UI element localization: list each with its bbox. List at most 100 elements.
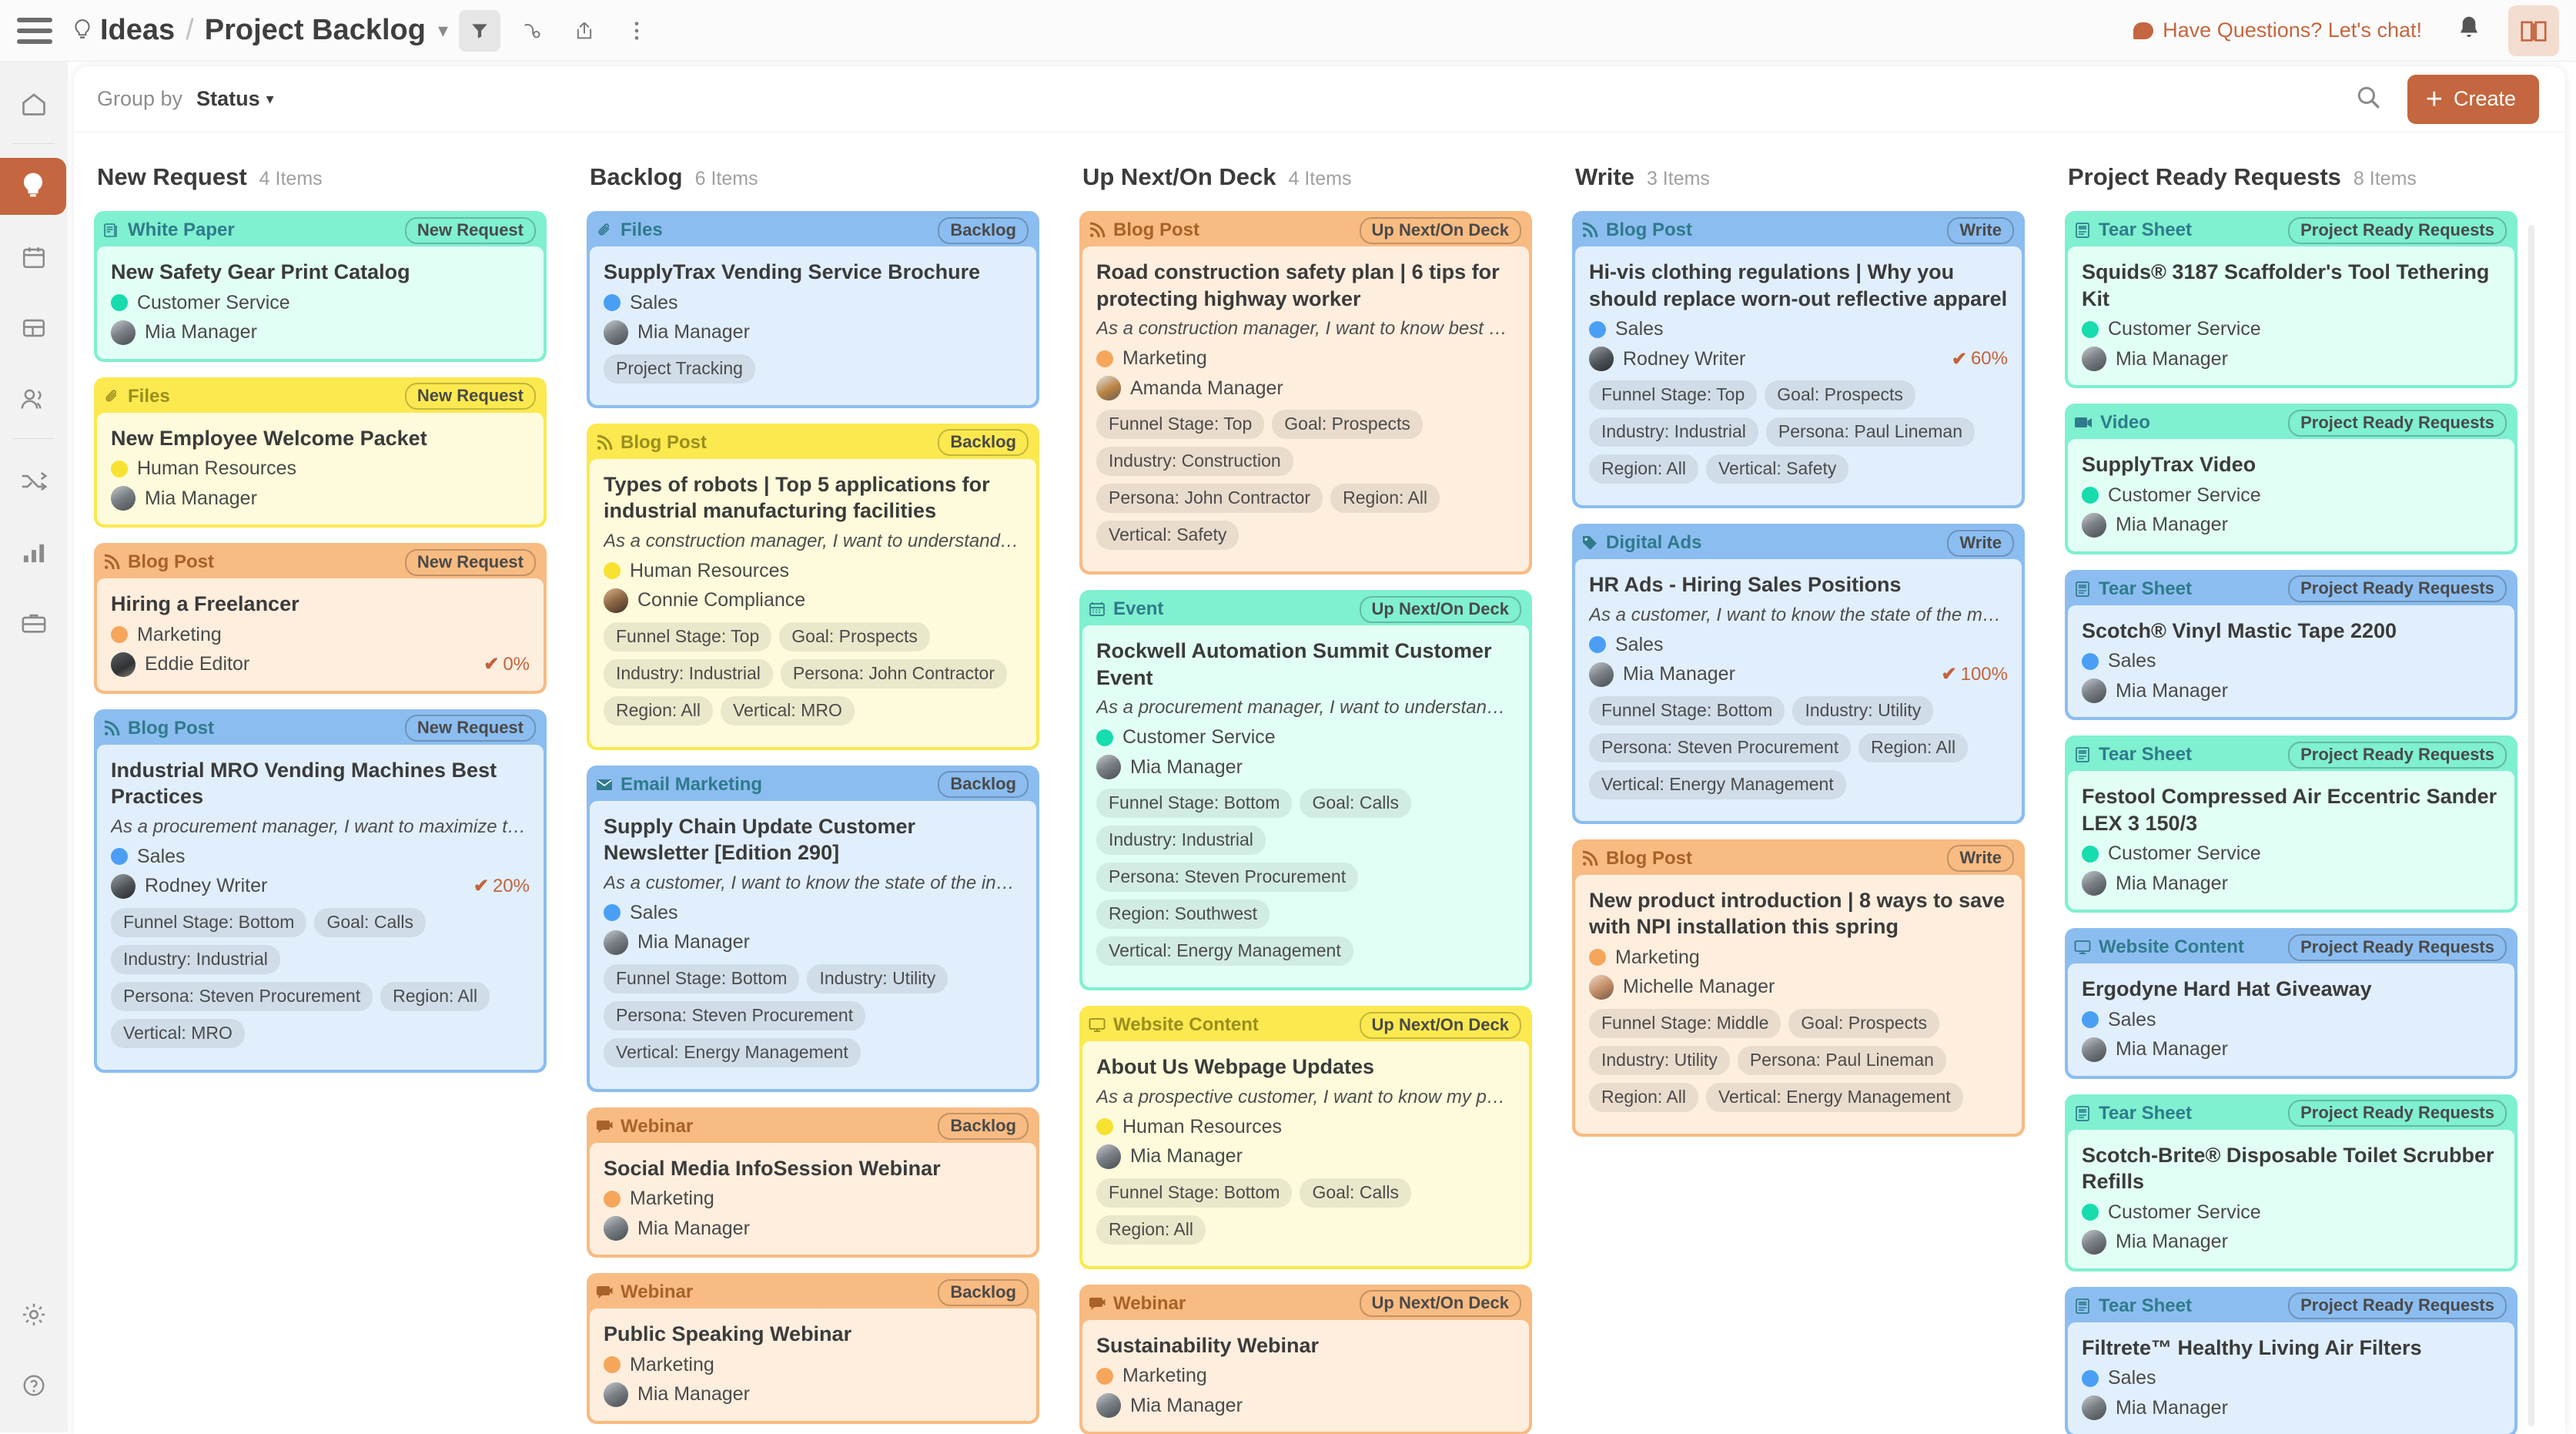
card-tag[interactable]: Industry: Industrial	[604, 658, 773, 689]
kanban-card[interactable]: Blog Post Backlog Types of robots | Top 5 …	[587, 423, 1039, 750]
status-badge[interactable]: Backlog	[938, 1278, 1029, 1306]
kanban-card[interactable]: Blog Post New Request Hiring a Freelancer M…	[94, 543, 547, 694]
sidebar-item-analytics[interactable]	[0, 524, 68, 581]
status-badge[interactable]: Up Next/On Deck	[1359, 1011, 1521, 1039]
card-tag[interactable]: Goal: Prospects	[1788, 1008, 1939, 1038]
status-badge[interactable]: Backlog	[938, 771, 1029, 799]
sidebar-item-projects[interactable]	[0, 595, 68, 652]
kanban-card[interactable]: Website Content Up Next/On Deck About Us W…	[1079, 1006, 1532, 1269]
status-badge[interactable]: Project Ready Requests	[2288, 409, 2507, 437]
card-tag[interactable]: Region: All	[1589, 1082, 1698, 1112]
column-scrollbar[interactable]	[2528, 225, 2534, 1426]
card-tag[interactable]: Region: All	[1330, 484, 1440, 514]
card-tag[interactable]: Funnel Stage: Bottom	[1589, 695, 1785, 725]
card-tag[interactable]: Persona: John Contractor	[1096, 484, 1323, 514]
status-badge[interactable]: Write	[1947, 216, 2014, 244]
status-badge[interactable]: Write	[1947, 529, 2014, 557]
sidebar-item-workflow[interactable]	[0, 453, 68, 510]
status-badge[interactable]: Backlog	[938, 429, 1029, 457]
card-tag[interactable]: Funnel Stage: Bottom	[604, 963, 800, 993]
card-tag[interactable]: Region: All	[1858, 732, 1969, 762]
card-tag[interactable]: Vertical: Energy Management	[1705, 1082, 1963, 1112]
card-tag[interactable]: Region: Southwest	[1096, 900, 1270, 930]
card-tag[interactable]: Funnel Stage: Bottom	[111, 907, 307, 937]
kanban-card[interactable]: Blog Post Up Next/On Deck Road constructio…	[1079, 211, 1532, 575]
share-icon[interactable]	[564, 10, 605, 52]
card-tag[interactable]: Region: All	[1589, 454, 1698, 484]
kanban-card[interactable]: Blog Post Write New product introduction |…	[1572, 839, 2025, 1137]
chevron-down-icon[interactable]: ▾	[266, 89, 274, 109]
card-tag[interactable]: Industry: Construction	[1096, 447, 1293, 477]
card-tag[interactable]: Persona: Steven Procurement	[604, 1000, 866, 1030]
card-tag[interactable]: Industry: Industrial	[1096, 826, 1266, 856]
card-tag[interactable]: Industry: Industrial	[1589, 417, 1758, 447]
status-badge[interactable]: Backlog	[938, 1113, 1029, 1141]
card-tag[interactable]: Goal: Calls	[1300, 789, 1411, 819]
card-tag[interactable]: Vertical: Energy Management	[604, 1037, 861, 1067]
status-badge[interactable]: Up Next/On Deck	[1359, 595, 1521, 623]
sidebar-item-home[interactable]	[0, 75, 68, 132]
card-tag[interactable]: Funnel Stage: Middle	[1589, 1008, 1781, 1038]
kanban-card[interactable]: Blog Post New Request Industrial MRO Vendi…	[94, 709, 547, 1073]
kanban-card[interactable]: Webinar Backlog Social Media InfoSession W…	[587, 1107, 1039, 1258]
kanban-card[interactable]: Tear Sheet Project Ready Requests Scotch® …	[2065, 569, 2517, 721]
status-badge[interactable]: Project Ready Requests	[2288, 741, 2507, 769]
status-badge[interactable]: Project Ready Requests	[2288, 216, 2507, 244]
kanban-card[interactable]: Email Marketing Backlog Supply Chain Updat…	[587, 765, 1039, 1092]
kanban-card[interactable]: Blog Post Write Hi-vis clothing regulation…	[1572, 211, 2025, 509]
book-icon[interactable]	[2508, 5, 2559, 56]
card-tag[interactable]: Vertical: Safety	[1705, 454, 1849, 484]
card-tag[interactable]: Industry: Utility	[807, 963, 948, 993]
status-badge[interactable]: Project Ready Requests	[2288, 1292, 2507, 1320]
card-tag[interactable]: Persona: Steven Procurement	[1096, 863, 1359, 893]
breadcrumb-root[interactable]: Ideas	[100, 14, 175, 47]
status-badge[interactable]: New Request	[404, 548, 536, 576]
card-tag[interactable]: Vertical: Safety	[1096, 521, 1239, 551]
kanban-card[interactable]: Digital Ads Write HR Ads - Hiring Sales Po…	[1572, 524, 2025, 824]
card-tag[interactable]: Goal: Prospects	[1272, 410, 1423, 440]
status-badge[interactable]: Up Next/On Deck	[1359, 1290, 1521, 1318]
kanban-card[interactable]: Tear Sheet Project Ready Requests Squids® …	[2065, 211, 2517, 389]
card-tag[interactable]: Persona: John Contractor	[780, 658, 1008, 689]
breadcrumb-current[interactable]: Project Backlog	[205, 14, 426, 47]
kanban-card[interactable]: Webinar Backlog Public Speaking Webinar Mar…	[587, 1273, 1039, 1424]
card-tag[interactable]: Industry: Industrial	[111, 944, 280, 974]
kanban-card[interactable]: Tear Sheet Project Ready Requests Festool …	[2065, 735, 2517, 913]
chevron-down-icon[interactable]: ▾	[438, 18, 448, 42]
automation-icon[interactable]	[511, 10, 553, 52]
create-button[interactable]: + Create	[2407, 74, 2539, 124]
kanban-card[interactable]: Tear Sheet Project Ready Requests Scotch-B…	[2065, 1094, 2517, 1272]
group-by-value[interactable]: Status	[196, 87, 260, 111]
sidebar-item-people[interactable]	[0, 370, 68, 427]
card-tag[interactable]: Funnel Stage: Top	[604, 622, 772, 652]
card-tag[interactable]: Funnel Stage: Top	[1096, 410, 1265, 440]
card-tag[interactable]: Vertical: Energy Management	[1589, 769, 1846, 799]
status-badge[interactable]: New Request	[404, 383, 536, 410]
card-tag[interactable]: Region: All	[604, 695, 713, 725]
card-tag[interactable]: Industry: Utility	[1589, 1045, 1730, 1075]
card-tag[interactable]: Funnel Stage: Top	[1589, 380, 1758, 410]
status-badge[interactable]: New Request	[404, 216, 536, 244]
kanban-card[interactable]: Files New Request New Employee Welcome Pac…	[94, 377, 547, 528]
card-tag[interactable]: Goal: Calls	[1300, 1178, 1411, 1208]
status-badge[interactable]: Project Ready Requests	[2288, 933, 2507, 961]
kanban-card[interactable]: Files Backlog SupplyTrax Vending Service B…	[587, 211, 1039, 408]
filter-icon[interactable]	[459, 9, 501, 52]
card-tag[interactable]: Project Tracking	[604, 353, 755, 384]
card-tag[interactable]: Vertical: MRO	[111, 1018, 245, 1048]
bell-icon[interactable]	[2456, 15, 2482, 46]
card-tag[interactable]: Vertical: MRO	[720, 695, 855, 725]
status-badge[interactable]: Backlog	[938, 216, 1029, 244]
card-tag[interactable]: Region: All	[380, 981, 490, 1011]
card-tag[interactable]: Goal: Calls	[314, 907, 426, 937]
sidebar-item-calendar[interactable]	[0, 229, 68, 286]
status-badge[interactable]: Up Next/On Deck	[1359, 216, 1521, 244]
chat-link[interactable]: Have Questions? Let's chat!	[2133, 18, 2422, 42]
sidebar-item-settings[interactable]	[0, 1286, 68, 1343]
sidebar-item-help[interactable]	[0, 1357, 68, 1414]
card-tag[interactable]: Funnel Stage: Bottom	[1096, 789, 1293, 819]
card-tag[interactable]: Funnel Stage: Bottom	[1096, 1178, 1293, 1208]
card-tag[interactable]: Persona: Paul Lineman	[1765, 417, 1975, 447]
card-tag[interactable]: Region: All	[1096, 1215, 1206, 1245]
kanban-card[interactable]: White Paper New Request New Safety Gear Pr…	[94, 211, 547, 362]
